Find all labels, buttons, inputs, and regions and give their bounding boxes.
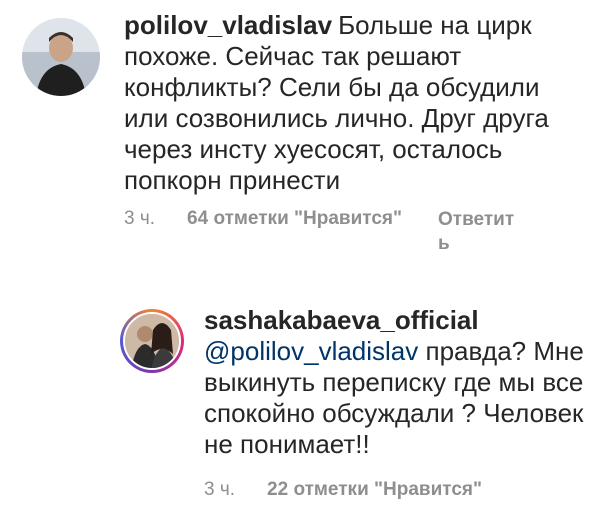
comment-time: 3 ч.: [124, 208, 156, 229]
comment-body: polilov_vladislav Больше на цирк похоже. …: [124, 10, 584, 196]
avatar[interactable]: [22, 18, 100, 96]
avatar-story-ring[interactable]: [120, 309, 184, 373]
comment-time: 3 ч.: [204, 479, 236, 500]
comment-meta: 3 ч. 22 отметки "Нравится": [204, 479, 518, 501]
comment-likes[interactable]: 64 отметки "Нравится": [187, 208, 402, 230]
comment-username[interactable]: polilov_vladislav: [124, 10, 332, 40]
avatar: [123, 312, 181, 370]
comment-likes[interactable]: 22 отметки "Нравится": [267, 479, 482, 501]
avatar-photo-icon: [125, 314, 179, 368]
comment-username[interactable]: sashakabaeva_official: [204, 305, 584, 336]
comment-mention[interactable]: @polilov_vladislav: [204, 336, 418, 366]
reply-button[interactable]: Ответить: [438, 208, 520, 256]
comment-body: sashakabaeva_official @polilov_vladislav …: [204, 305, 590, 460]
comment-meta: 3 ч. 64 отметки "Нравится" Ответить: [124, 208, 520, 256]
avatar-photo-icon: [22, 18, 100, 96]
